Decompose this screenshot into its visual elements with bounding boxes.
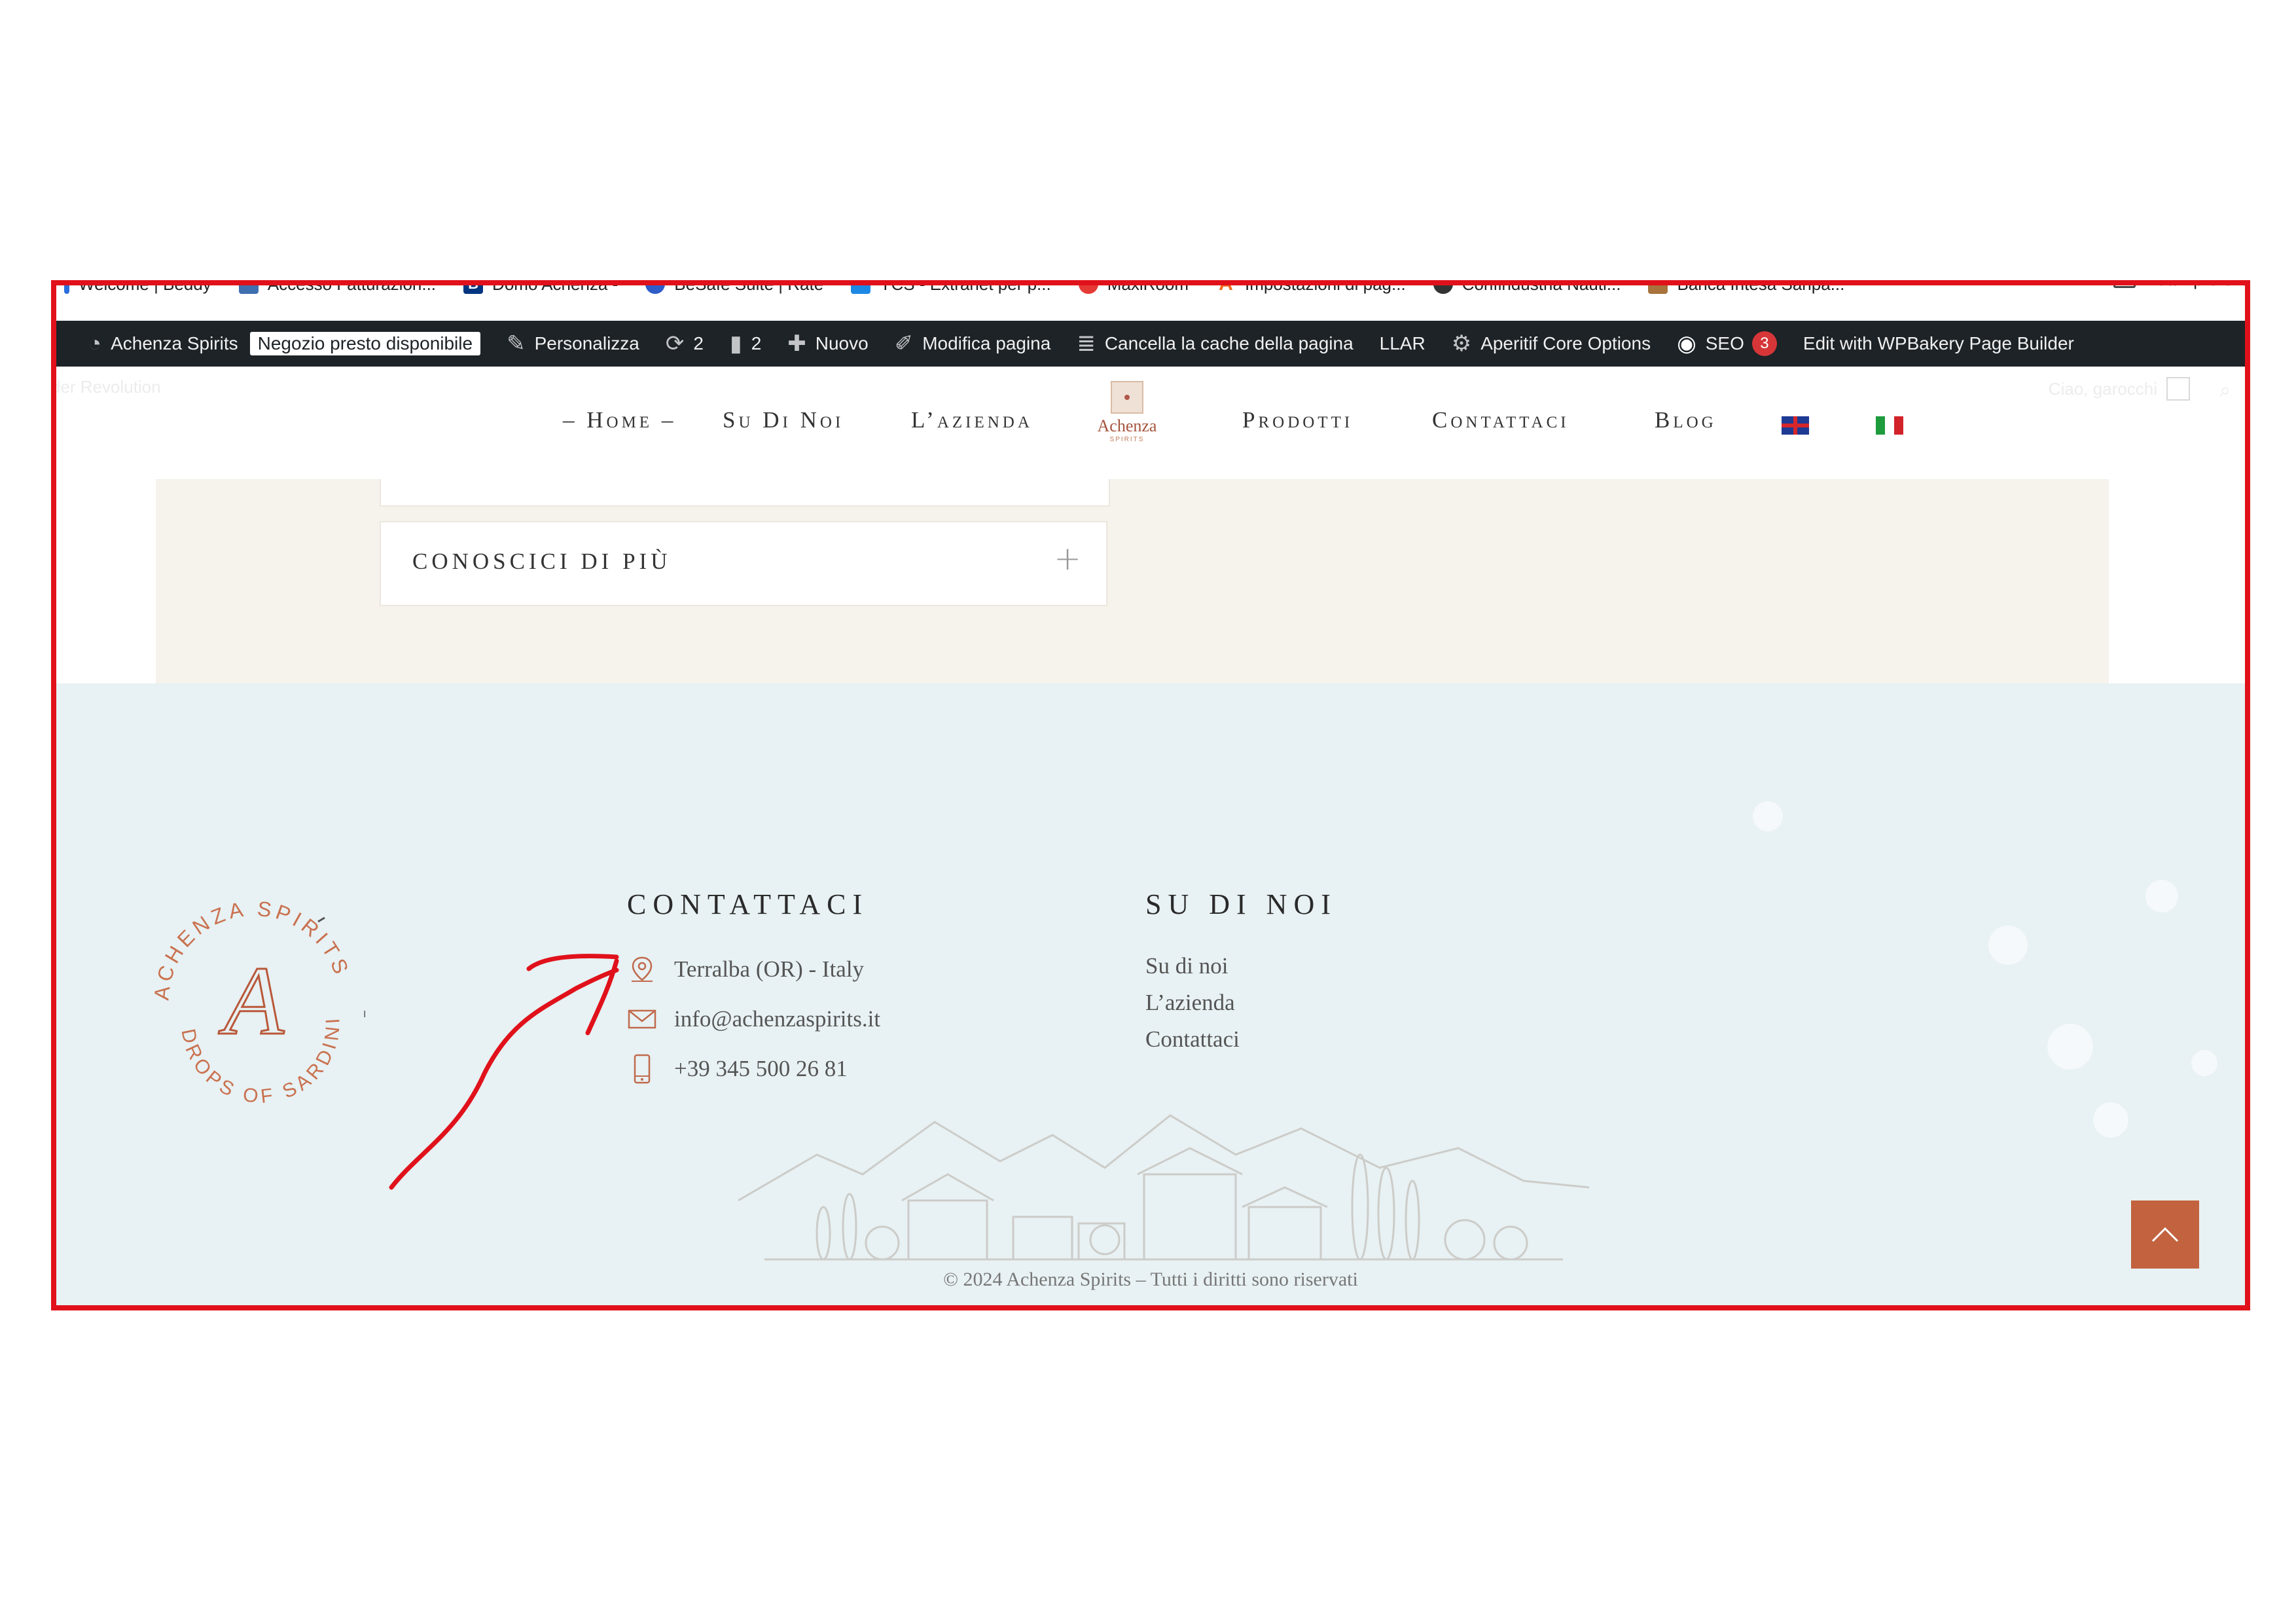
bookmark-ycs[interactable]: YCS - Extranet per p... — [851, 280, 1051, 295]
italy-flag-icon[interactable] — [1876, 416, 1903, 435]
wp-logo-icon: ◗ — [51, 331, 60, 356]
beddy-icon — [64, 280, 69, 294]
plus-icon: ✚ — [787, 331, 806, 356]
nav-home[interactable]: – Home – — [563, 407, 676, 433]
all-bookmarks-folder[interactable]: Tutti i preferiti — [2113, 280, 2250, 290]
database-icon: ≣ — [1077, 331, 1096, 356]
achenza-stamp-logo: ACHENZA SPIRITS DROPS OF SARDINIA A — [143, 860, 365, 1108]
bank-icon — [1648, 280, 1668, 294]
screenshot-region: Welcome | Beddy Accesso Fatturazion... B… — [51, 280, 2250, 1310]
new-content-menu[interactable]: ✚ Nuovo — [787, 331, 868, 357]
bookmarks-bar: Welcome | Beddy Accesso Fatturazion... B… — [51, 280, 2250, 305]
wp-admin-bar: ◗ ◔ Achenza Spirits Negozio presto dispo… — [51, 321, 2250, 367]
customize-link[interactable]: ✎ Personalizza — [507, 331, 639, 357]
accordion-card-above — [380, 479, 1110, 507]
italy-flag-green-stripe — [1876, 416, 1885, 435]
wpbakery-link[interactable]: Edit with WPBakery Page Builder — [1803, 333, 2074, 354]
brush-icon: ✎ — [507, 331, 526, 356]
uk-flag-icon[interactable] — [1782, 416, 1809, 435]
decorative-splash — [1753, 801, 1783, 831]
nav-prodotti[interactable]: Prodotti — [1242, 407, 1353, 433]
updates-icon: ⟳ — [665, 331, 685, 356]
logo-mark-icon — [1111, 381, 1143, 414]
chevron-up-icon — [2151, 1227, 2179, 1242]
seo-icon: ◉ — [1677, 331, 1696, 356]
dashboard-icon: ◔ — [88, 331, 102, 356]
stamp-letter: A — [218, 947, 285, 1055]
about-heading: SU DI NOI — [1145, 888, 1337, 920]
clear-cache-link[interactable]: ≣ Cancella la cache della pagina — [1077, 331, 1353, 357]
accordion-title: CONOSCICI DI PIÙ — [412, 549, 672, 574]
bookmark-maxiroom[interactable]: MaxiRoom — [1078, 280, 1189, 295]
globe-icon — [1433, 280, 1453, 294]
logo-subtext: SPIRITS — [1109, 436, 1145, 443]
site-logo[interactable]: Achenza SPIRITS — [1096, 381, 1158, 453]
copyright-text: © 2024 Achenza Spirits – Tutti i diritti… — [943, 1269, 1358, 1290]
comments-link[interactable]: ▮ 2 — [730, 331, 761, 357]
accordion-conoscici[interactable]: CONOSCICI DI PIÙ + — [380, 521, 1107, 606]
booking-b-icon: B — [463, 280, 484, 294]
contact-heading: CONTATTACI — [627, 888, 869, 920]
gear-icon: ⚙ — [1451, 331, 1472, 356]
logo-text: Achenza — [1097, 416, 1157, 435]
invoice-icon — [238, 280, 259, 294]
bookmark-domo-achenza[interactable]: B Domo Achenza - — [463, 280, 618, 295]
mobile-phone-icon — [627, 1054, 657, 1084]
search-icon[interactable]: ⌕ — [2219, 380, 2231, 402]
bookmarks-overflow-button[interactable]: » — [2043, 280, 2054, 292]
site-header: der Revolution Ciao, garocchi ⌕ – Home –… — [51, 367, 2250, 479]
footer-link-su-di-noi[interactable]: Su di noi — [1145, 953, 1228, 979]
decorative-splash — [2093, 1102, 2128, 1138]
decorative-splash — [2047, 1024, 2093, 1070]
plus-icon[interactable]: + — [1054, 539, 1081, 577]
seo-count-badge: 3 — [1751, 331, 1777, 356]
bookmark-banca-intesa[interactable]: Banca Intesa Sanpa... — [1648, 280, 1844, 295]
bookmark-beddy[interactable]: Welcome | Beddy — [64, 280, 211, 295]
store-notice-badge: Negozio presto disponibile — [249, 332, 481, 355]
address-row: Terralba (OR) - Italy — [627, 954, 864, 984]
decorative-splash — [2191, 1050, 2217, 1076]
italy-flag-red-stripe — [1894, 416, 1903, 435]
site-footer: ACHENZA SPIRITS DROPS OF SARDINIA A CONT… — [51, 683, 2250, 1310]
village-illustration — [738, 1114, 1589, 1261]
comment-icon: ▮ — [729, 331, 742, 356]
shield-icon — [645, 280, 666, 294]
faded-plugin-label: der Revolution — [51, 377, 161, 397]
decorative-splash — [2145, 880, 2178, 912]
nav-contattaci[interactable]: Contattaci — [1432, 407, 1570, 433]
avatar — [2166, 377, 2190, 401]
bookmark-fatturazione[interactable]: Accesso Fatturazion... — [238, 280, 436, 295]
bookmark-besafe[interactable]: BeSafe Suite | Rate — [645, 280, 823, 295]
pencil-icon: ✐ — [894, 331, 914, 356]
a-logo-icon: A — [1219, 280, 1233, 295]
nav-blog[interactable]: Blog — [1655, 407, 1717, 433]
site-name-menu[interactable]: ◔ Achenza Spirits Negozio presto disponi… — [88, 331, 481, 357]
seo-menu[interactable]: ◉ SEO 3 — [1677, 331, 1777, 357]
maxiroom-icon — [1078, 280, 1098, 294]
edit-page-link[interactable]: ✐ Modifica pagina — [895, 331, 1051, 357]
italy-flag-white-stripe — [1885, 416, 1894, 435]
wp-logo-menu[interactable]: ◗ — [51, 331, 69, 357]
location-pin-icon — [627, 954, 657, 984]
bookmark-impostazioni[interactable]: A Impostazioni di pag... — [1216, 280, 1406, 295]
aperitif-options-link[interactable]: ⚙ Aperitif Core Options — [1452, 331, 1651, 357]
bookmark-confindustria[interactable]: Confindustria Nauti... — [1433, 280, 1621, 295]
footer-link-contattaci[interactable]: Contattaci — [1145, 1026, 1240, 1053]
nav-su-di-noi[interactable]: Su Di Noi — [723, 407, 844, 433]
content-section: CONOSCICI DI PIÙ + — [156, 479, 2109, 683]
footer-link-azienda[interactable]: L’azienda — [1145, 990, 1235, 1016]
decorative-splash — [1988, 926, 2028, 965]
back-to-top-button[interactable] — [2131, 1200, 2199, 1269]
ycs-icon — [851, 280, 871, 294]
nav-azienda[interactable]: L’azienda — [911, 407, 1033, 433]
envelope-icon — [627, 1004, 657, 1034]
folder-icon — [2113, 280, 2136, 288]
llar-link[interactable]: LLAR — [1380, 333, 1426, 354]
email-row[interactable]: info@achenzaspirits.it — [627, 1004, 880, 1034]
faded-user-greeting[interactable]: Ciao, garocchi — [2049, 377, 2190, 401]
updates-link[interactable]: ⟳ 2 — [666, 331, 704, 357]
